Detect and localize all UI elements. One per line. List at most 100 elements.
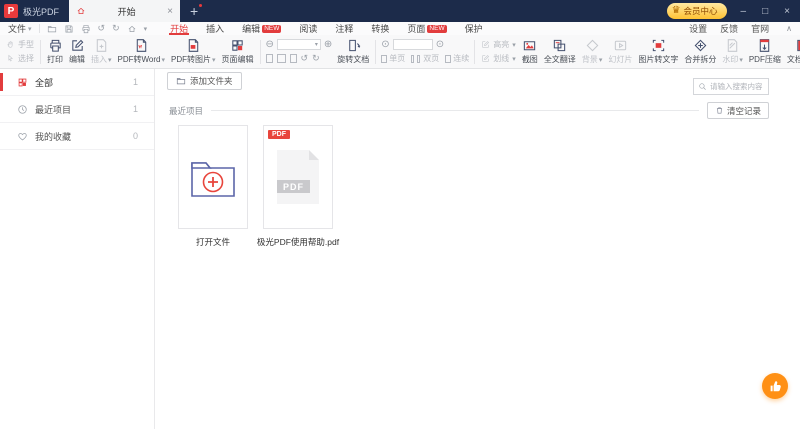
pointer-tools: 手型 选择	[3, 39, 37, 64]
undo-icon[interactable]: ↺	[98, 24, 106, 33]
document-tab[interactable]: 开始 ×	[69, 0, 181, 22]
tab-close-icon[interactable]: ×	[167, 6, 173, 17]
home-icon[interactable]	[127, 24, 137, 34]
annotation-tools: 高亮 ▾ 划线 ▾	[478, 39, 519, 64]
heart-icon	[17, 131, 28, 142]
tab-protect[interactable]: 保护	[456, 22, 492, 35]
chevron-down-icon[interactable]: ▾	[144, 25, 148, 33]
full-text-translate-button[interactable]: 全文翻译	[541, 38, 579, 65]
sidebar: 全部 1 最近项目 1 我的收藏 0	[0, 69, 155, 429]
new-badge: NEW	[262, 24, 282, 33]
print-icon[interactable]	[81, 24, 91, 34]
section-divider	[211, 110, 699, 111]
search-input[interactable]	[710, 82, 764, 91]
tab-annotate[interactable]: 注释	[326, 22, 362, 35]
tab-start[interactable]: 开始	[161, 22, 197, 35]
zoom-out-icon[interactable]: ⊖	[266, 39, 274, 50]
pdf-to-image-button[interactable]: PDF转图片 ▾	[168, 38, 219, 65]
background-button[interactable]: 背景 ▾	[579, 38, 606, 65]
merge-split-icon	[693, 38, 708, 53]
tab-insert[interactable]: 插入	[197, 22, 233, 35]
tab-read[interactable]: 阅读	[290, 22, 326, 35]
ribbon-tabs: 开始 插入 编辑 NEW 阅读 注释 转换 页面 NEW 保护	[161, 22, 491, 35]
file-menu[interactable]: 文件 ▾	[8, 22, 32, 35]
app-name: 极光PDF	[23, 6, 60, 17]
open-file-card[interactable]: 打开文件	[178, 125, 248, 248]
image-to-text-icon	[651, 38, 666, 53]
continuous-button[interactable]: 连续	[445, 53, 469, 64]
tab-convert[interactable]: 转换	[362, 22, 398, 35]
sidebar-item-label: 我的收藏	[35, 131, 72, 142]
menu-right-links: 设置 反馈 官网 ∧	[689, 22, 792, 35]
zoom-in-icon[interactable]: ⊕	[324, 39, 332, 50]
rotate-right-icon[interactable]: ↻	[312, 53, 320, 64]
insert-button[interactable]: 插入 ▾	[88, 38, 115, 65]
edit-button[interactable]: 编辑	[66, 38, 88, 65]
doc-word-icon	[134, 38, 149, 53]
watermark-button[interactable]: 水印 ▾	[719, 38, 746, 65]
settings-link[interactable]: 设置	[689, 22, 707, 35]
edit-icon	[70, 38, 85, 53]
collapse-ribbon-icon[interactable]: ∧	[786, 24, 792, 33]
redo-icon[interactable]: ↻	[112, 24, 120, 33]
zoom-controls: ⊖ ▾ ⊕ ↺ ↻	[264, 39, 335, 64]
item-count: 1	[132, 104, 138, 114]
thumbs-up-icon	[768, 379, 783, 394]
section-title: 最近项目	[169, 105, 204, 116]
screenshot-button[interactable]: 截图	[519, 38, 541, 65]
zoom-level-select[interactable]: ▾	[276, 39, 321, 50]
fit-width-icon[interactable]	[265, 54, 273, 63]
merge-split-button[interactable]: 合并拆分	[681, 38, 719, 65]
rotate-left-icon[interactable]: ↺	[301, 53, 309, 64]
home-icon	[76, 6, 86, 16]
close-button[interactable]: ×	[784, 6, 790, 17]
save-icon[interactable]	[64, 24, 74, 34]
sidebar-item-recent[interactable]: 最近项目 1	[0, 96, 154, 123]
slideshow-button[interactable]: 幻灯片	[605, 38, 635, 65]
screenshot-icon	[522, 38, 537, 53]
highlight-button[interactable]: 高亮 ▾	[481, 39, 516, 50]
recent-file-card[interactable]: PDF PDF 极光PDF使用帮助.pdf	[257, 125, 339, 248]
open-file-icon[interactable]	[47, 24, 57, 34]
card-label: 极光PDF使用帮助.pdf	[256, 237, 340, 247]
new-tab-button[interactable]: +	[190, 4, 203, 18]
minimize-button[interactable]: –	[741, 6, 747, 17]
fit-page-icon[interactable]	[276, 54, 286, 63]
pdf-compress-button[interactable]: PDF压缩	[746, 38, 784, 65]
tab-edit[interactable]: 编辑 NEW	[233, 22, 290, 35]
pdf-to-word-button[interactable]: PDF转Word ▾	[115, 38, 168, 65]
image-to-text-button[interactable]: 图片转文字	[635, 38, 681, 65]
two-page-button[interactable]: 双页	[411, 53, 439, 64]
sidebar-item-favorites[interactable]: 我的收藏 0	[0, 123, 154, 150]
document-compare-button[interactable]: 文档对比	[784, 38, 800, 65]
rotate-document-button[interactable]: 旋转文档	[334, 38, 372, 65]
sidebar-item-label: 全部	[35, 77, 54, 88]
page-number-input[interactable]	[392, 39, 433, 50]
toolbar: 手型 选择 打印 编辑 插入 ▾ PDF转Word ▾ PDF转图片 ▾ 页面编辑 ⊖…	[0, 35, 800, 69]
select-tool-button[interactable]: 选择	[6, 53, 34, 64]
pdf-badge: PDF	[268, 130, 290, 139]
search-box[interactable]	[693, 78, 769, 95]
feedback-float-button[interactable]	[762, 373, 788, 399]
sidebar-item-all[interactable]: 全部 1	[0, 69, 154, 96]
maximize-button[interactable]: □	[762, 6, 768, 17]
tab-page[interactable]: 页面 NEW	[398, 22, 455, 35]
clock-icon	[17, 104, 28, 115]
quick-access-toolbar: ↺ ↻ ▾	[47, 24, 148, 34]
print-button[interactable]: 打印	[44, 38, 66, 65]
feedback-link[interactable]: 反馈	[720, 22, 738, 35]
underline-button[interactable]: 划线 ▾	[481, 53, 516, 64]
page-edit-button[interactable]: 页面编辑	[219, 38, 257, 65]
single-page-button[interactable]: 单页	[381, 53, 405, 64]
compare-icon	[795, 38, 800, 53]
add-folder-button[interactable]: 添加文件夹	[167, 72, 242, 90]
hand-tool-button[interactable]: 手型	[6, 39, 34, 50]
clear-records-button[interactable]: 清空记录	[706, 102, 769, 119]
member-center-button[interactable]: ♛ 会员中心	[666, 3, 727, 19]
prev-page-icon[interactable]: ⊙	[381, 39, 389, 50]
title-bar: P 极光PDF 开始 × + ♛ 会员中心 – □ ×	[0, 0, 800, 22]
website-link[interactable]: 官网	[751, 22, 769, 35]
actual-size-icon[interactable]	[289, 54, 297, 63]
next-page-icon[interactable]: ⊙	[436, 39, 444, 50]
recent-section-header: 最近项目 清空记录	[169, 102, 769, 119]
